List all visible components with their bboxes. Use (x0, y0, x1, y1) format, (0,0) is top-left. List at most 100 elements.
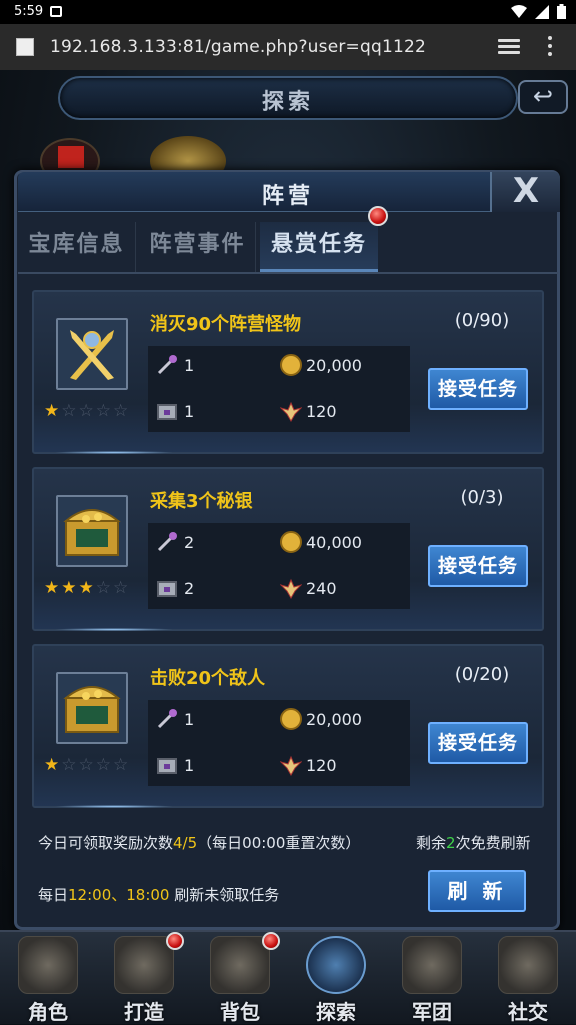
status-time: 5:59 (14, 4, 44, 19)
reward-item2-count: 1 (184, 756, 195, 775)
nav-label: 背包 (220, 1000, 260, 1024)
silver-chest-icon (157, 404, 177, 420)
star-filled-icon: ★ (44, 578, 60, 598)
rewards-panel: 1 20,000 1 120 (148, 700, 410, 786)
treasure-chest-icon (56, 672, 128, 744)
refresh-schedule-info: 每日12:00、18:00 刷新未领取任务 (38, 884, 279, 905)
schedule-times: 12:00、18:00 (68, 886, 170, 904)
quest-card: 采集3个秘银 (0/3) ★ ★ ★ ☆ ☆ 2 40,000 2 240 接受任务 (32, 467, 544, 631)
reward-honor: 120 (306, 402, 337, 421)
scepter-icon (157, 709, 177, 729)
scepter-icon (157, 355, 177, 375)
tab-bounty-quests[interactable]: 悬赏任务 (260, 222, 378, 272)
image-notification-icon (50, 6, 62, 17)
reward-honor: 240 (306, 579, 337, 598)
nav-label: 军团 (412, 1000, 452, 1024)
star-rating: ★ ☆ ☆ ☆ ☆ (44, 756, 128, 774)
nav-character[interactable]: 角色 (0, 934, 96, 1024)
schedule-suffix: 刷新未领取任务 (169, 886, 280, 904)
quest-name: 消灭90个阵营怪物 (150, 314, 302, 335)
star-filled-icon: ★ (78, 578, 94, 598)
battery-icon (557, 4, 566, 19)
star-empty-icon: ☆ (95, 401, 111, 421)
quest-progress: (0/90) (454, 310, 510, 331)
address-bar[interactable]: 192.168.3.133:81/game.php?user=qq1122 (50, 37, 426, 57)
quest-name: 击败20个敌人 (150, 668, 266, 689)
notification-badge (368, 206, 388, 226)
notification-badge (166, 932, 184, 950)
nav-explore[interactable]: 探索 (288, 934, 384, 1024)
accept-quest-button[interactable]: 接受任务 (428, 722, 528, 764)
reward-item2-count: 2 (184, 579, 195, 598)
star-empty-icon: ☆ (113, 755, 129, 775)
nav-social[interactable]: 社交 (480, 934, 576, 1024)
compass-icon (306, 936, 366, 994)
winged-emblem-icon (280, 401, 302, 422)
scroll-icon (498, 936, 558, 994)
explore-title: 探索 (261, 90, 314, 115)
nav-backpack[interactable]: 背包 (192, 932, 288, 1024)
quest-progress: (0/20) (454, 664, 510, 685)
silver-chest-icon (157, 758, 177, 774)
winged-emblem-icon (280, 755, 302, 776)
nav-legion[interactable]: 军团 (384, 934, 480, 1024)
notification-badge (262, 932, 280, 950)
reward-item2-count: 1 (184, 402, 195, 421)
site-favicon-icon (16, 38, 34, 56)
star-empty-icon: ☆ (61, 755, 77, 775)
scepter-icon (157, 532, 177, 552)
star-empty-icon: ☆ (113, 578, 129, 598)
signal-icon (535, 4, 549, 19)
free-suffix: 次免费刷新 (455, 834, 531, 852)
tab-divider (18, 272, 558, 274)
back-button[interactable]: ↩ (518, 80, 568, 114)
star-filled-icon: ★ (44, 401, 60, 421)
star-empty-icon: ☆ (78, 755, 94, 775)
crossed-swords-icon (56, 318, 128, 390)
rewards-panel: 2 40,000 2 240 (148, 523, 410, 609)
reward-item1-count: 2 (184, 533, 195, 552)
helmet-icon (18, 936, 78, 994)
reward-gold: 40,000 (306, 533, 362, 552)
reward-gold: 20,000 (306, 356, 362, 375)
tab-treasury-info[interactable]: 宝库信息 (18, 222, 136, 272)
schedule-prefix: 每日 (38, 886, 69, 904)
accept-quest-button[interactable]: 接受任务 (428, 545, 528, 587)
star-rating: ★ ★ ★ ☆ ☆ (44, 579, 128, 597)
reward-item1-count: 1 (184, 356, 195, 375)
back-arrow-icon: ↩ (532, 82, 554, 110)
tabs-icon[interactable] (498, 39, 520, 55)
claims-value: 4/5 (173, 834, 198, 852)
nav-label: 角色 (28, 1000, 68, 1024)
gold-coin-icon (280, 354, 302, 376)
nav-label: 探索 (316, 1000, 356, 1024)
star-empty-icon: ☆ (113, 401, 129, 421)
accept-quest-button[interactable]: 接受任务 (428, 368, 528, 410)
nav-forge[interactable]: 打造 (96, 932, 192, 1024)
rewards-panel: 1 20,000 1 120 (148, 346, 410, 432)
close-button[interactable]: X (490, 172, 560, 212)
quest-card: 击败20个敌人 (0/20) ★ ☆ ☆ ☆ ☆ 1 20,000 1 120 接受任务 (32, 644, 544, 808)
tab-faction-events[interactable]: 阵营事件 (140, 222, 256, 272)
nav-label: 打造 (124, 1000, 164, 1024)
hammer-icon (114, 936, 174, 994)
winged-emblem-icon (280, 578, 302, 599)
wifi-icon (511, 4, 527, 18)
browser-toolbar: 192.168.3.133:81/game.php?user=qq1122 (0, 24, 576, 70)
star-empty-icon: ☆ (95, 578, 111, 598)
backpack-icon (210, 936, 270, 994)
daily-claims-info: 今日可领取奖励次数4/5（每日00:00重置次数） (38, 832, 360, 853)
claims-prefix: 今日可领取奖励次数 (38, 834, 174, 852)
silver-chest-icon (157, 581, 177, 597)
free-value: 2 (446, 834, 456, 852)
free-prefix: 剩余 (416, 834, 447, 852)
star-empty-icon: ☆ (78, 401, 94, 421)
overflow-menu-icon[interactable] (548, 36, 554, 60)
treasure-chest-icon (56, 495, 128, 567)
shield-icon (402, 936, 462, 994)
gold-coin-icon (280, 708, 302, 730)
refresh-button[interactable]: 刷 新 (428, 870, 526, 912)
star-empty-icon: ☆ (61, 401, 77, 421)
free-refresh-info: 剩余2次免费刷新 (416, 832, 531, 853)
reward-gold: 20,000 (306, 710, 362, 729)
